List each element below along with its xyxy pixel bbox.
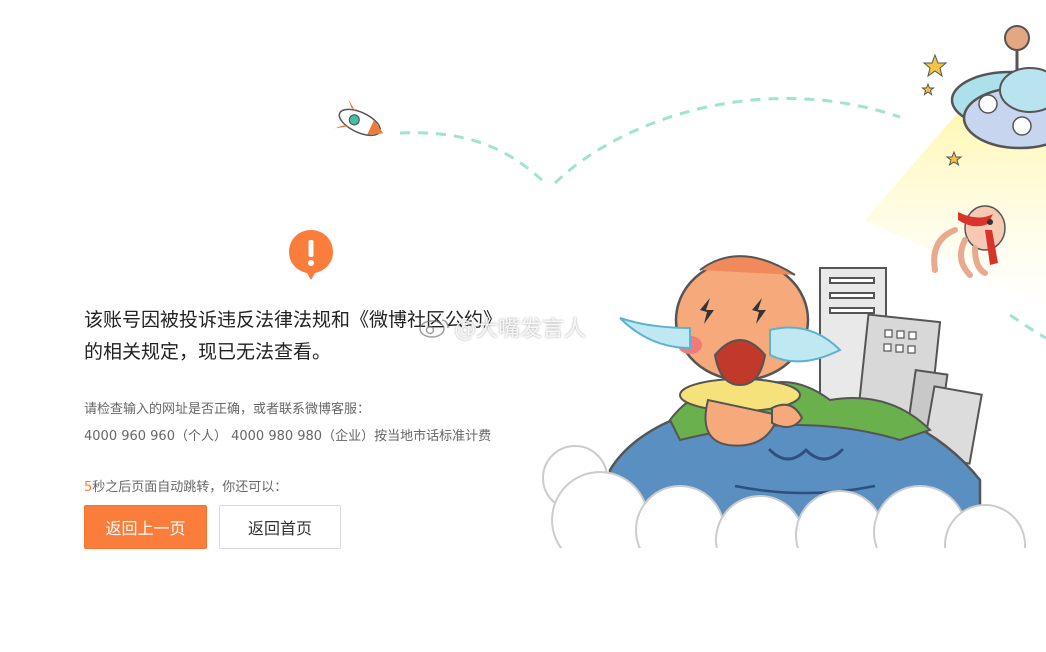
help-text: 请检查输入的网址是否正确，或者联系微博客服： 4000 960 960（个人） … (84, 396, 604, 450)
back-button[interactable]: 返回上一页 (84, 505, 207, 549)
rocket-icon (334, 99, 384, 137)
dashed-flight-path (399, 97, 901, 185)
hint-line1: 请检查输入的网址是否正确，或者联系微博客服： (84, 402, 371, 417)
home-button[interactable]: 返回首页 (219, 505, 341, 549)
hint-line2: 4000 960 960（个人） 4000 980 980（企业）按当地市话标准… (84, 429, 492, 444)
watermark: @大嘴发言人 (418, 311, 586, 343)
redirect-countdown: 5秒之后页面自动跳转，你还可以： (84, 476, 287, 495)
countdown-text: 秒之后页面自动跳转，你还可以： (92, 480, 288, 495)
exclamation-icon (289, 230, 333, 280)
watermark-text: @大嘴发言人 (454, 317, 587, 342)
weibo-logo-icon (419, 319, 449, 338)
